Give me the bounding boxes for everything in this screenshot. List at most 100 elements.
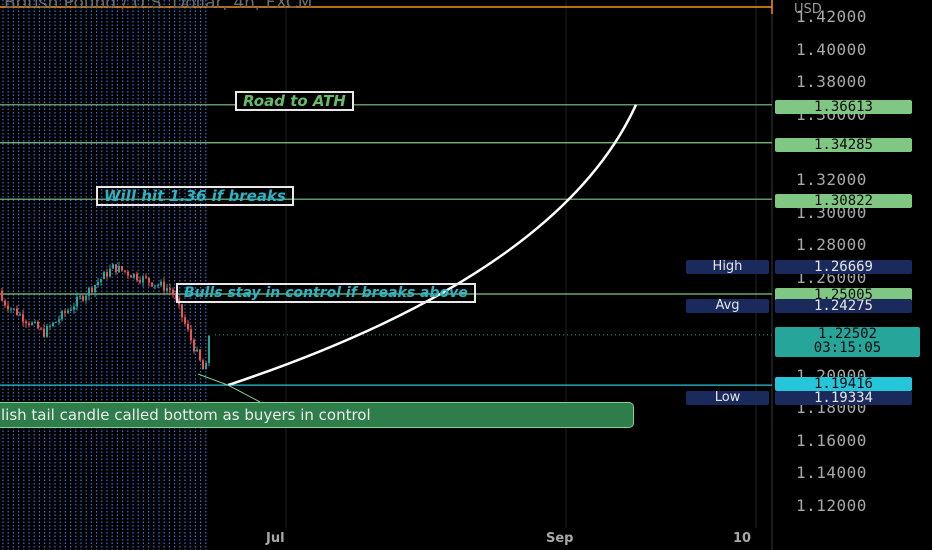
candle-body — [172, 289, 174, 295]
candle-body — [130, 275, 132, 278]
candle-body — [94, 285, 96, 293]
candle-body — [190, 329, 192, 340]
candle-body — [76, 296, 78, 307]
candle-body — [139, 280, 141, 283]
candle-body — [43, 328, 45, 337]
chart-container[interactable]: British Pound / U.S. Dollar, 4h, FXCM US… — [0, 0, 932, 550]
candle-body — [79, 296, 81, 298]
candle-body — [70, 309, 72, 311]
projection-curve — [227, 104, 638, 387]
chart-title: British Pound / U.S. Dollar, 4h, FXCM — [4, 0, 313, 13]
low-label: Low — [686, 391, 769, 405]
candle-body — [112, 264, 114, 269]
candle-body — [166, 288, 168, 291]
candle-body — [118, 266, 120, 273]
candle-body — [157, 285, 159, 287]
candle-body — [91, 287, 93, 293]
candle-body — [10, 308, 12, 310]
candle-body — [148, 277, 150, 283]
candle-body — [184, 317, 186, 324]
candle-body — [1, 290, 3, 301]
candle-body — [58, 319, 60, 322]
price-tick: 1.32000 — [796, 170, 867, 189]
candle-body — [73, 306, 75, 310]
avg-label: Avg — [686, 299, 769, 313]
candle-body — [88, 287, 90, 296]
level-tag-5: 1.19416 — [775, 377, 912, 391]
candle-body — [82, 296, 84, 301]
candle-body — [199, 349, 201, 361]
time-tick-sep: Sep — [546, 531, 574, 546]
price-tick: 1.28000 — [796, 235, 867, 255]
candle-body — [169, 288, 171, 290]
candle-body — [109, 268, 111, 277]
candle-body — [37, 321, 39, 329]
candle-body — [16, 308, 18, 316]
candle-body — [181, 304, 183, 318]
level-tag-3: 1.30822 — [775, 194, 912, 208]
high-value: 1.26669 — [775, 260, 912, 274]
candle-body — [208, 335, 210, 363]
price-tick: 1.42000 — [796, 7, 867, 26]
candle-body — [97, 282, 99, 286]
candle-body — [160, 281, 162, 286]
price-tick: 1.12000 — [796, 496, 867, 515]
candle-body — [121, 266, 123, 271]
high-label: High — [686, 260, 769, 274]
price-tick: 1.40000 — [796, 39, 867, 59]
level-tag-1: 1.36613 — [775, 100, 912, 114]
price-tick: 1.14000 — [796, 463, 867, 483]
candle-body — [55, 321, 57, 323]
candle-body — [25, 321, 27, 324]
candle-body — [106, 272, 108, 277]
candle-body — [31, 322, 33, 325]
level-tag-2: 1.34285 — [775, 138, 912, 152]
candle-body — [145, 276, 147, 278]
candle-body — [49, 325, 51, 327]
candle-body — [22, 314, 24, 322]
candle-body — [67, 310, 69, 313]
candle-body — [52, 322, 54, 326]
annotation-callout-bottom[interactable]: lish tail candle called bottom as buyers… — [0, 402, 634, 428]
candle-body — [34, 321, 36, 323]
candle-body — [151, 282, 153, 287]
time-tick-jul: Jul — [266, 531, 285, 546]
low-value: 1.19334 — [775, 391, 912, 405]
candle-body — [187, 323, 189, 330]
last-price-value: 1.22502 — [817, 326, 877, 342]
annotation-bulls-control[interactable]: Bulls stay in control if breaks above — [176, 283, 476, 303]
time-tick-10: 10 — [733, 531, 752, 546]
candle-body — [28, 323, 30, 325]
candle-body — [136, 273, 138, 281]
annotation-will-hit[interactable]: Will hit 1.36 if breaks — [96, 186, 294, 206]
candle-body — [61, 311, 63, 320]
candle-body — [202, 360, 204, 370]
candle-body — [103, 272, 105, 280]
candle-body — [205, 362, 207, 370]
candle-body — [115, 264, 117, 273]
countdown-timer: 03:15:05 — [813, 340, 882, 356]
avg-value: 1.24275 — [775, 299, 912, 313]
candle-body — [13, 308, 15, 310]
candle-body — [154, 285, 156, 287]
last-price-tag: 1.22502 03:15:05 — [775, 327, 920, 357]
candle-body — [46, 326, 48, 337]
annotation-road-to-ath[interactable]: Road to ATH — [235, 91, 354, 111]
candle-body — [163, 281, 165, 291]
candle-body — [193, 339, 195, 352]
candle-body — [142, 276, 144, 283]
candle-body — [85, 295, 87, 301]
chart-canvas[interactable] — [0, 0, 932, 550]
candle-body — [124, 270, 126, 272]
candle-body — [19, 314, 21, 316]
price-tick: 1.38000 — [796, 72, 867, 92]
candle-body — [40, 328, 42, 330]
candle-body — [100, 279, 102, 283]
candle-body — [196, 349, 198, 352]
candle-body — [7, 305, 9, 310]
candle-body — [4, 300, 6, 306]
candle-body — [133, 273, 135, 278]
price-tick: 1.16000 — [796, 430, 867, 450]
candle-body — [127, 271, 129, 276]
candle-body — [64, 311, 66, 313]
